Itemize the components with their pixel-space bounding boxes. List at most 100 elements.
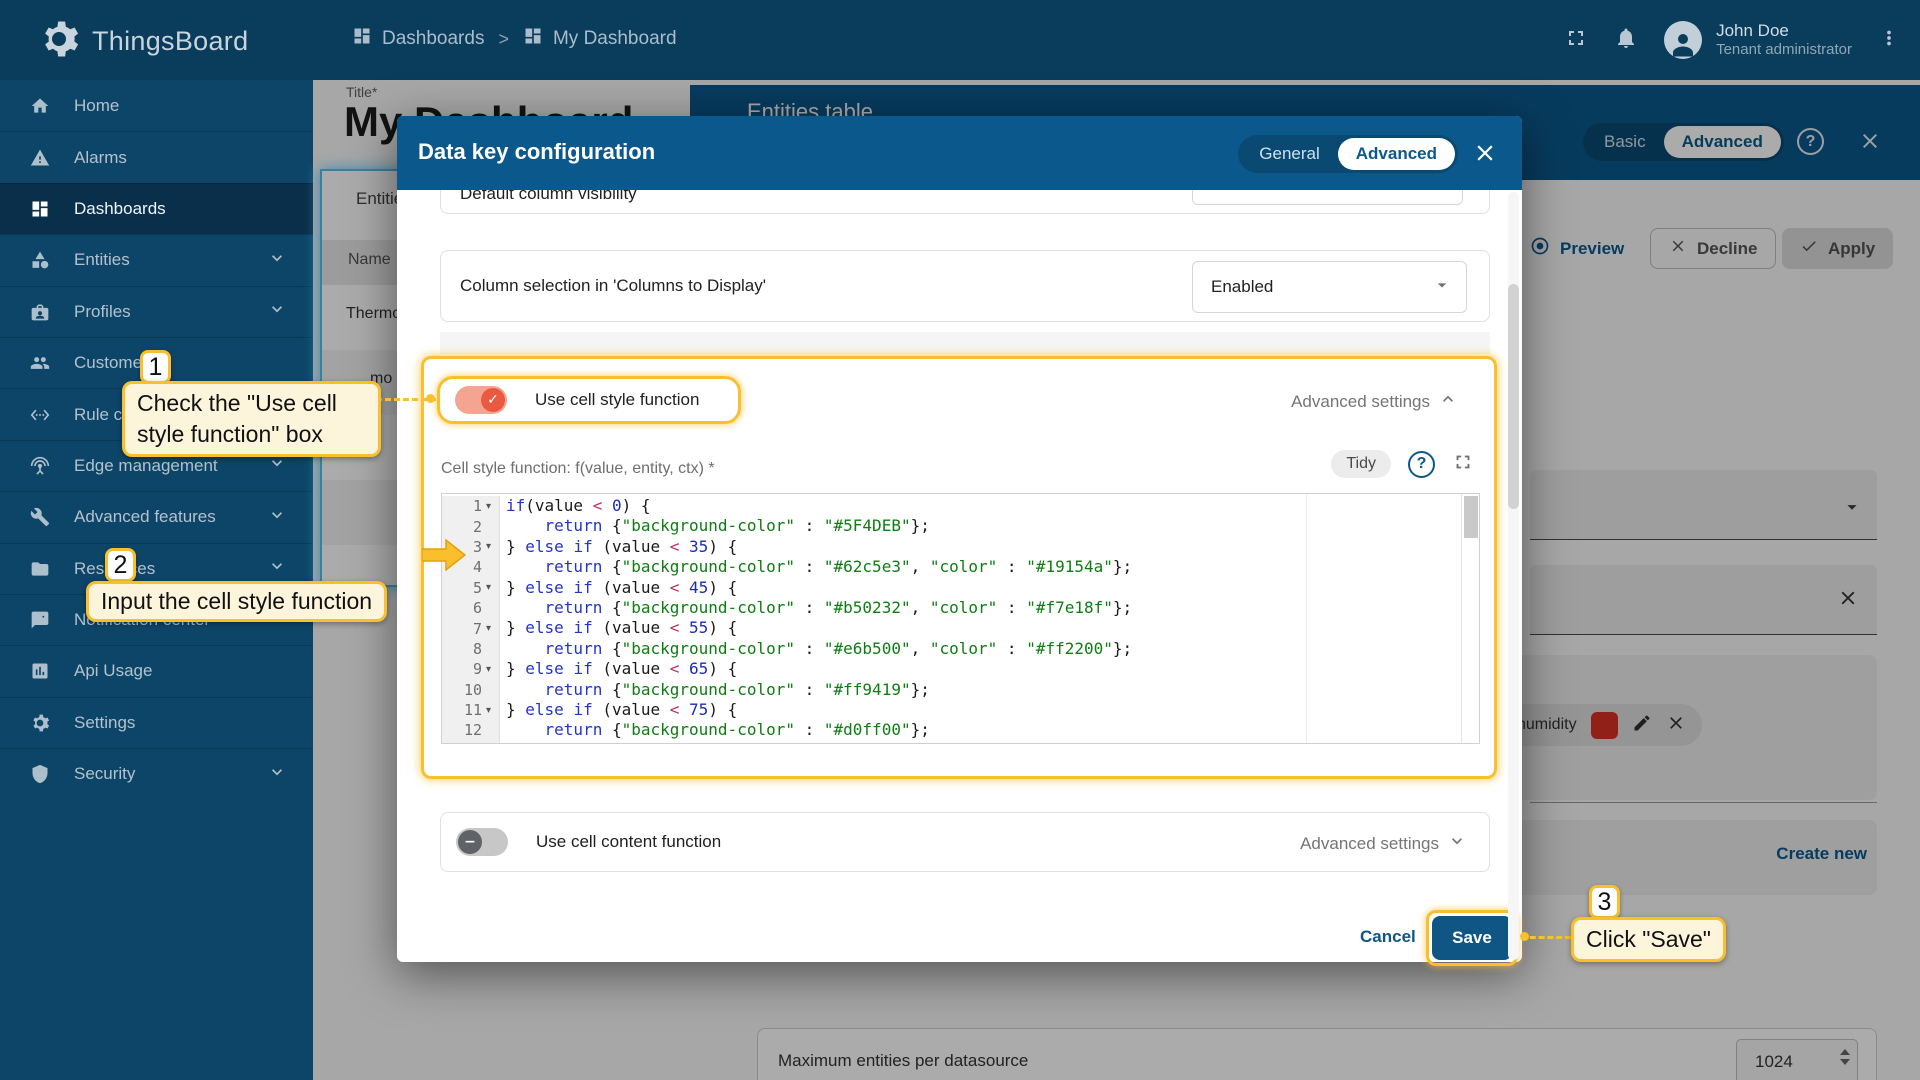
- code-line[interactable]: } else if (value < 35) {: [506, 537, 1459, 557]
- code-line[interactable]: } else if (value < 85) {: [506, 741, 1459, 744]
- use-cell-content-function-toggle[interactable]: −: [456, 828, 508, 856]
- code-line-number[interactable]: 13▾: [442, 741, 499, 744]
- notifications-bell-icon[interactable]: [1614, 26, 1638, 55]
- code-line-number[interactable]: 2: [442, 516, 499, 536]
- code-line[interactable]: return {"background-color" : "#5F4DEB"};: [506, 516, 1459, 536]
- style-advanced-settings[interactable]: Advanced settings: [1291, 389, 1458, 414]
- use-cell-content-function-label: Use cell content function: [536, 832, 721, 852]
- logo-text: ThingsBoard: [92, 26, 248, 57]
- chevron-down-icon: [267, 556, 287, 581]
- dashboards-icon: [352, 26, 372, 52]
- rule-chains-icon: [30, 405, 50, 425]
- code-line[interactable]: } else if (value < 45) {: [506, 578, 1459, 598]
- sidebar-item-settings[interactable]: Settings: [0, 697, 313, 748]
- step2-badge: 2: [105, 548, 136, 582]
- code-line-number[interactable]: 10: [442, 680, 499, 700]
- customers-icon: [30, 353, 50, 373]
- toggle-highlight-ring: ✓ Use cell style function: [437, 376, 741, 424]
- tools-icon: [30, 507, 50, 527]
- fold-caret-icon: ▾: [482, 501, 495, 512]
- kebab-menu-icon[interactable]: [1878, 27, 1900, 54]
- tab-advanced[interactable]: Advanced: [1338, 138, 1455, 170]
- breadcrumb-dashboards[interactable]: Dashboards: [352, 26, 484, 52]
- code-line[interactable]: if(value < 0) {: [506, 496, 1459, 516]
- fold-caret-icon: ▾: [482, 664, 495, 675]
- step2-arrow-icon: [422, 539, 466, 571]
- chevron-down-icon: [267, 762, 287, 787]
- editor-scrollbar-thumb[interactable]: [1464, 496, 1478, 538]
- help-icon[interactable]: ?: [1408, 451, 1435, 478]
- code-line[interactable]: } else if (value < 55) {: [506, 618, 1459, 638]
- dialog-scrollbar-thumb[interactable]: [1508, 284, 1519, 509]
- sidebar-item-profiles[interactable]: Profiles: [0, 286, 313, 337]
- sidebar-nav: Home Alarms Dashboards Entities Profiles…: [0, 80, 313, 1080]
- editor-expand-icon[interactable]: [1452, 451, 1474, 478]
- print-margin-ruler: [1306, 494, 1307, 743]
- code-line[interactable]: return {"background-color" : "#62c5e3", …: [506, 557, 1459, 577]
- cancel-button[interactable]: Cancel: [1360, 927, 1416, 947]
- edge-antenna-icon: [30, 456, 50, 476]
- code-line[interactable]: return {"background-color" : "#b50232", …: [506, 598, 1459, 618]
- code-line[interactable]: return {"background-color" : "#e6b500", …: [506, 639, 1459, 659]
- thingsboard-logo[interactable]: ThingsBoard: [38, 18, 248, 65]
- cell-style-function-editor[interactable]: 1▾23▾45▾67▾89▾1011▾1213▾ if(value < 0) {…: [441, 493, 1480, 744]
- chevron-down-icon: [267, 505, 287, 530]
- code-lines[interactable]: if(value < 0) { return {"background-colo…: [506, 496, 1459, 743]
- breadcrumb-my-dashboard[interactable]: My Dashboard: [523, 26, 677, 52]
- content-function-row: − Use cell content function Advanced set…: [440, 812, 1490, 872]
- code-line-number[interactable]: 5▾: [442, 578, 499, 598]
- code-line-number[interactable]: 6: [442, 598, 499, 618]
- sidebar-item-advanced-features[interactable]: Advanced features: [0, 491, 313, 542]
- code-line-number[interactable]: 11▾: [442, 700, 499, 720]
- code-line[interactable]: return {"background-color" : "#d0ff00"};: [506, 720, 1459, 740]
- fold-caret-icon: ▾: [482, 705, 495, 716]
- entities-icon: [30, 250, 50, 270]
- close-icon[interactable]: [1472, 140, 1498, 171]
- code-line-number[interactable]: 12: [442, 720, 499, 740]
- step1-badge: 1: [140, 350, 171, 384]
- step1-callout: Check the "Use cell style function" box: [122, 381, 381, 457]
- dashboards-icon: [523, 26, 543, 52]
- step3-badge: 3: [1589, 885, 1620, 919]
- column-selection-select[interactable]: Enabled: [1192, 261, 1467, 313]
- dashboards-icon: [30, 199, 50, 219]
- dropdown-arrow-icon: [1432, 275, 1452, 300]
- user-menu[interactable]: John Doe Tenant administrator: [1664, 20, 1852, 60]
- tidy-button[interactable]: Tidy: [1331, 450, 1391, 478]
- user-name: John Doe: [1716, 20, 1852, 41]
- sidebar-item-home[interactable]: Home: [0, 80, 313, 131]
- section-strip: [440, 332, 1490, 354]
- code-line-number[interactable]: 1▾: [442, 496, 499, 516]
- top-bar: ThingsBoard Dashboards > My Dashboard Jo…: [0, 0, 1920, 80]
- save-button[interactable]: Save: [1432, 916, 1512, 960]
- thingsboard-app: ThingsBoard Dashboards > My Dashboard Jo…: [0, 0, 1920, 1080]
- code-line[interactable]: return {"background-color" : "#ff9419"};: [506, 680, 1459, 700]
- fold-caret-icon: ▾: [482, 623, 495, 634]
- step1-connector-dot: [426, 394, 435, 403]
- code-line[interactable]: } else if (value < 65) {: [506, 659, 1459, 679]
- code-gutter: 1▾23▾45▾67▾89▾1011▾1213▾: [442, 496, 500, 743]
- sidebar-item-dashboards[interactable]: Dashboards: [0, 183, 313, 234]
- code-line[interactable]: } else if (value < 75) {: [506, 700, 1459, 720]
- chart-icon: [30, 661, 50, 681]
- fullscreen-icon[interactable]: [1564, 26, 1588, 55]
- content-advanced-settings[interactable]: Advanced settings: [1300, 831, 1467, 856]
- data-key-configuration-dialog: Default column visibility Visible Data k…: [397, 116, 1522, 962]
- use-cell-style-function-label: Use cell style function: [535, 390, 699, 410]
- step2-callout: Input the cell style function: [86, 581, 387, 622]
- use-cell-style-function-toggle[interactable]: ✓: [455, 386, 507, 414]
- chevron-down-icon: [267, 453, 287, 478]
- code-line-number[interactable]: 7▾: [442, 618, 499, 638]
- message-icon: [30, 610, 50, 630]
- sidebar-item-security[interactable]: Security: [0, 748, 313, 799]
- sidebar-item-alarms[interactable]: Alarms: [0, 131, 313, 182]
- dialog-title: Data key configuration: [418, 139, 655, 165]
- column-selection-label: Column selection in 'Columns to Display': [460, 276, 766, 296]
- sidebar-item-api-usage[interactable]: Api Usage: [0, 645, 313, 696]
- sidebar-item-entities[interactable]: Entities: [0, 234, 313, 285]
- code-line-number[interactable]: 9▾: [442, 659, 499, 679]
- folder-icon: [30, 559, 50, 579]
- code-line-number[interactable]: 8: [442, 639, 499, 659]
- thingsboard-gear-logo-icon: [38, 18, 80, 65]
- tab-general[interactable]: General: [1241, 138, 1337, 170]
